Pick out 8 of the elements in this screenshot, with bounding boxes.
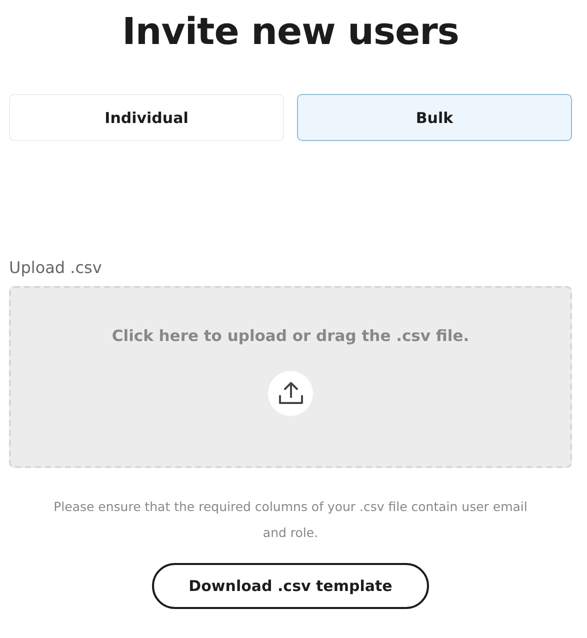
page-title: Invite new users	[121, 10, 460, 54]
tab[interactable]: Bulk	[297, 94, 572, 142]
tab[interactable]: Individual	[9, 94, 284, 142]
instruction-text: Please ensure that the required columns of your .csv file contain user email and role.	[52, 498, 528, 542]
download-template-button[interactable]: Download .csv template	[152, 563, 429, 610]
upload-icon	[268, 370, 313, 416]
upload-prompt: Click here to upload or drag the .csv file.	[112, 326, 470, 348]
field-label: Upload .csv	[9, 257, 103, 280]
